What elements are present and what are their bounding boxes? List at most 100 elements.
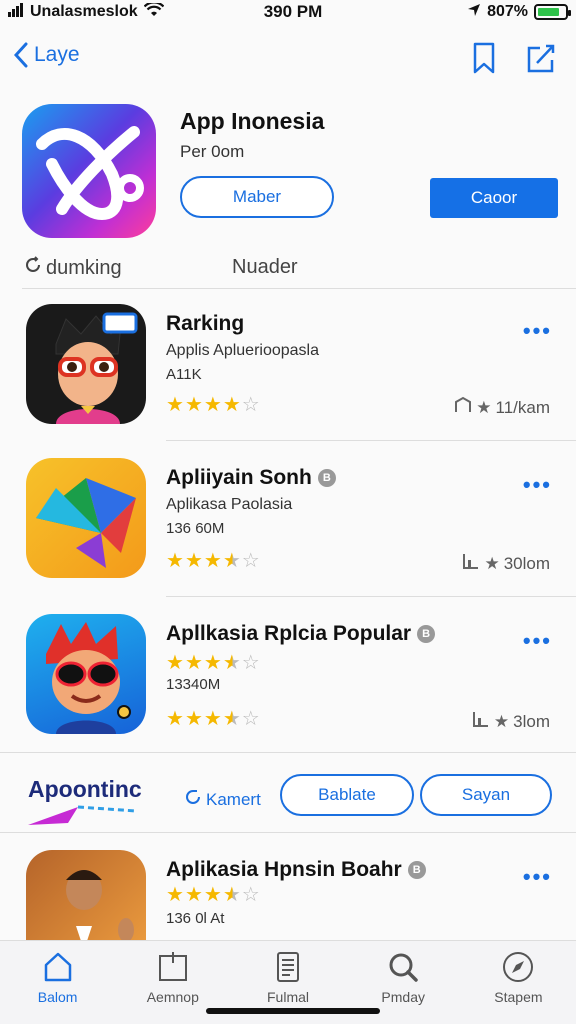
star-icon: ★ [222,394,242,416]
star-icon: ★ [166,884,185,906]
star-icon: ★ [203,884,223,906]
more-icon[interactable]: ••• [523,628,552,654]
rating-stars: ★★★★☆ [166,650,261,675]
tab-label: Balom [37,989,78,1005]
featured-caption-left: dumking [24,256,122,280]
nav-bar: Laye [0,38,576,84]
search-icon [389,953,418,982]
star-icon: ★ [166,652,185,674]
star-icon: ★ [222,708,242,730]
app-stat-value: 3lom [513,711,550,731]
tab-label: Pmday [381,989,425,1005]
promo-button-1[interactable]: Bablate [280,774,414,816]
clock: 390 PM [263,2,323,21]
app-title-text: Apllkasia Rplcia Popular [166,622,412,645]
star-icon: ★ [203,652,223,674]
featured-caption-left-label: dumking [46,256,122,279]
app-title-text: Rarking [166,312,245,335]
wifi-icon [143,0,164,22]
featured-app-icon[interactable] [22,104,156,238]
pin-icon [454,396,472,419]
bookmark-icon[interactable] [472,42,496,79]
verified-badge-icon: B [407,861,426,879]
more-icon[interactable]: ••• [523,472,552,498]
star-icon: ★ [203,708,223,730]
rating-stars: ★★★★☆ [166,548,261,573]
location-arrow-icon [467,3,481,22]
divider [0,832,576,833]
compass-icon [503,952,534,982]
chevron-left-icon [14,42,28,68]
featured-get-button[interactable]: Caoor [430,178,558,218]
tab-explore[interactable]: Stapem [461,941,576,1024]
star-icon: ★ [166,550,185,572]
featured-subtitle: Per 0om [180,142,245,161]
home-indicator [206,1008,380,1014]
refresh-icon [184,788,202,811]
star-icon: ★ [184,884,204,906]
divider [22,288,576,289]
star-icon: ★ [184,394,204,416]
app-subtitle: Applis Apluerioopasla [166,342,319,359]
compose-icon[interactable] [526,42,556,79]
star-icon: ☆ [241,550,261,572]
star-icon: ☆ [241,394,261,416]
paper-plane-icon [28,805,137,825]
app-size: 13340M [166,676,221,693]
rating-stars: ★★★★☆ [166,882,261,907]
divider [166,596,576,597]
rating-stars-secondary: ★★★★☆ [166,706,261,731]
app-title: Apllkasia Rplcia Popular B [166,622,436,646]
app-title: Rarking [166,312,244,336]
app-stat: ★ 3lom [472,710,550,733]
list-item[interactable]: Apliiyain Sonh B Aplikasa Paolasia 136 60… [0,458,576,598]
home-icon [44,952,71,982]
featured-title: App Inonesia [180,108,325,134]
chart-icon [472,710,490,733]
app-stat: ★ 30lom [462,552,550,575]
more-icon[interactable]: ••• [523,864,552,890]
list-item[interactable]: Apllkasia Rplcia Popular B ★★★★☆ 13340M ★… [0,614,576,754]
star-icon: ★ [222,884,242,906]
star-icon: ★ [222,652,242,674]
tab-label: Fulmal [267,989,310,1005]
featured-outline-button[interactable]: Maber [180,176,334,218]
star-icon: ☆ [241,652,261,674]
star-icon: ★ [203,394,223,416]
tab-home[interactable]: Balom [0,941,115,1024]
refresh-icon [24,256,42,280]
verified-badge-icon: B [317,469,336,487]
star-icon: ★ [222,550,242,572]
app-icon [26,614,146,734]
app-title: Aplikasia Hpnsin Boahr B [166,858,426,882]
featured-caption-right: Nuader [232,256,298,278]
app-size: 136 0l At [166,910,225,927]
star-icon: ★ [493,711,510,731]
star-icon: ★ [184,708,204,730]
back-button[interactable]: Laye [14,42,80,68]
star-icon: ★ [476,397,492,417]
rating-stars: ★★★★☆ [166,392,261,417]
status-bar: Unalasmeslok 390 PM 807% [0,0,576,24]
clipboard-icon [158,952,187,981]
promo-button-2[interactable]: Sayan [420,774,552,816]
app-size: A11K [166,366,202,383]
app-size: 136 60M [166,520,225,537]
app-icon [26,458,146,578]
promo-link-text: Kamert [206,789,261,809]
battery-percent: 807% [487,3,528,20]
featured-app: App Inonesia Per 0om Maber Caoor dumking… [0,104,576,284]
app-title: Apliiyain Sonh B [166,466,336,490]
more-icon[interactable]: ••• [523,318,552,344]
back-label: Laye [34,43,80,66]
divider [166,440,576,441]
promo-logo-text: Apoontinc [28,776,142,802]
tab-label: Stapem [494,989,543,1005]
star-icon: ★ [166,394,185,416]
list-item[interactable]: Rarking Applis Apluerioopasla A11K ★★★★☆… [0,304,576,444]
promo-link[interactable]: Kamert [184,788,261,811]
app-title-text: Apliiyain Sonh [166,466,312,489]
app-subtitle: Aplikasa Paolasia [166,496,293,513]
chart-icon [462,552,480,575]
app-stat: ★ 11/kam [454,396,550,419]
